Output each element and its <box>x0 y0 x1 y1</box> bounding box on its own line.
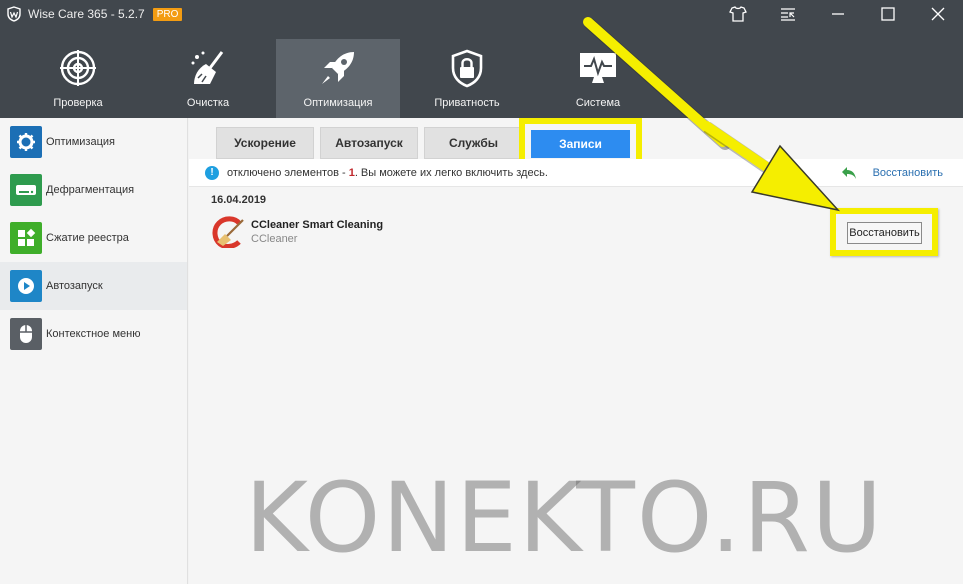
sidebar-item-label: Автозапуск <box>46 280 103 292</box>
skin-button[interactable] <box>713 0 763 28</box>
main-toolbar: Проверка Очистка Оптимизация Приватность… <box>0 28 963 118</box>
info-bar: ! отключено элементов - 1. Вы можете их … <box>189 159 963 187</box>
tab-services[interactable]: Службы <box>424 127 523 159</box>
radar-icon <box>60 50 96 86</box>
minimize-button[interactable] <box>813 0 863 28</box>
content-area: Ускорение Автозапуск Службы Записи ! отк… <box>189 118 963 584</box>
entry-date: 16.04.2019 <box>211 194 267 206</box>
ccleaner-logo-icon <box>212 216 244 248</box>
toolbar-item-optimize[interactable]: Оптимизация <box>276 39 400 118</box>
toolbar-label: Оптимизация <box>303 97 373 109</box>
lock-shield-icon <box>451 49 483 88</box>
minimize-icon <box>832 13 844 15</box>
restore-all-link[interactable]: Восстановить <box>841 159 943 187</box>
close-icon <box>931 7 945 21</box>
entry-name: CCleaner Smart Cleaning <box>251 219 384 231</box>
tab-autorun[interactable]: Автозапуск <box>320 127 418 159</box>
toolbar-label: Система <box>575 97 621 109</box>
sidebar-item-label: Дефрагментация <box>46 184 135 196</box>
sidebar: Оптимизация Дефрагментация Сжатие реестр… <box>0 118 188 584</box>
info-icon: ! <box>205 165 219 180</box>
undo-arrow-icon <box>841 167 856 179</box>
title-bar: Wise Care 365 - 5.2.7 PRO <box>0 0 963 28</box>
tab-speedup[interactable]: Ускорение <box>216 127 314 159</box>
menu-button[interactable] <box>763 0 813 28</box>
tshirt-icon <box>729 6 747 22</box>
blocks-icon <box>10 222 42 254</box>
entry-publisher: CCleaner <box>251 233 298 245</box>
broom-icon <box>191 51 224 84</box>
menu-icon <box>781 8 795 21</box>
sidebar-item-defrag[interactable]: Дефрагментация <box>0 166 187 214</box>
maximize-icon <box>881 7 895 21</box>
close-button[interactable] <box>913 0 963 28</box>
sidebar-item-label: Контекстное меню <box>46 328 141 340</box>
monitor-pulse-icon <box>580 53 616 83</box>
sidebar-item-label: Оптимизация <box>46 136 115 148</box>
sidebar-item-registry[interactable]: Сжатие реестра <box>0 214 187 262</box>
sidebar-item-autorun[interactable]: Автозапуск <box>0 262 187 310</box>
rocket-icon <box>322 52 354 84</box>
restore-button[interactable]: Восстановить <box>847 222 922 244</box>
toolbar-label: Очистка <box>186 97 230 109</box>
app-logo-icon <box>7 6 21 22</box>
toolbar-item-scan[interactable]: Проверка <box>16 39 140 118</box>
sidebar-item-optimization[interactable]: Оптимизация <box>0 118 187 166</box>
info-text: отключено элементов - 1. Вы можете их ле… <box>227 166 548 179</box>
tab-records[interactable]: Записи <box>531 130 630 158</box>
disk-icon <box>10 174 42 206</box>
watermark: KONEKTO.RU <box>245 462 885 574</box>
window-title: Wise Care 365 - 5.2.7 <box>28 7 145 21</box>
mouse-icon <box>10 318 42 350</box>
pro-badge: PRO <box>152 7 183 21</box>
sidebar-item-label: Сжатие реестра <box>46 232 129 244</box>
list-item: CCleaner Smart Cleaning CCleaner <box>211 216 383 248</box>
toolbar-label: Приватность <box>434 97 500 109</box>
toolbar-label: Проверка <box>53 97 103 109</box>
gear-icon <box>10 126 42 158</box>
play-icon <box>10 270 42 302</box>
toolbar-item-system[interactable]: Система <box>536 39 660 118</box>
tab-bar: Ускорение Автозапуск Службы <box>216 127 529 159</box>
toolbar-item-clean[interactable]: Очистка <box>146 39 270 118</box>
toolbar-item-privacy[interactable]: Приватность <box>405 39 529 118</box>
sidebar-item-context-menu[interactable]: Контекстное меню <box>0 310 187 358</box>
maximize-button[interactable] <box>863 0 913 28</box>
